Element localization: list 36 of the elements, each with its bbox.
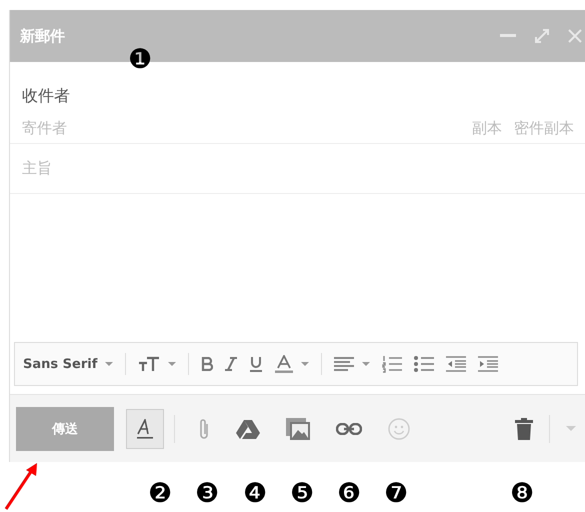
callout-number: ❷ bbox=[148, 478, 172, 510]
text-format-icon bbox=[137, 418, 153, 438]
link-icon[interactable] bbox=[336, 422, 362, 434]
callout-number: ❽ bbox=[510, 478, 534, 510]
image-icon[interactable] bbox=[286, 418, 310, 440]
indent-less-icon[interactable] bbox=[446, 355, 466, 373]
cc-link[interactable]: 副本 bbox=[472, 119, 502, 138]
callout-number: ❹ bbox=[243, 478, 268, 510]
window-title: 新郵件 bbox=[20, 26, 65, 46]
align-icon[interactable] bbox=[334, 356, 354, 372]
formatting-button[interactable] bbox=[126, 408, 164, 448]
callout-number: ❼ bbox=[384, 478, 408, 510]
caret-icon[interactable] bbox=[105, 362, 114, 366]
text-size-icon[interactable] bbox=[138, 356, 160, 372]
triangle-logo-icon[interactable] bbox=[236, 418, 260, 438]
callout-number: ❺ bbox=[290, 478, 314, 510]
text-color-icon[interactable] bbox=[275, 355, 294, 373]
paperclip-icon[interactable] bbox=[198, 416, 210, 440]
from-label: 寄件者 bbox=[22, 119, 67, 138]
bcc-link[interactable]: 密件副本 bbox=[514, 119, 574, 138]
numbered-list-icon[interactable] bbox=[382, 355, 402, 373]
underline-icon[interactable] bbox=[249, 356, 264, 372]
to-label[interactable]: 收件者 bbox=[22, 86, 585, 107]
font-dropdown[interactable]: Sans Serif bbox=[23, 356, 98, 372]
callout-number: ❶ bbox=[128, 44, 152, 76]
trash-icon[interactable] bbox=[515, 418, 533, 440]
caret-icon[interactable] bbox=[362, 362, 370, 366]
callout-number: ❻ bbox=[337, 478, 362, 510]
caret-icon[interactable] bbox=[301, 362, 310, 366]
callout-number: ❸ bbox=[195, 478, 220, 510]
annotation-arrow bbox=[4, 462, 38, 510]
italic-icon[interactable] bbox=[225, 357, 238, 371]
bulleted-list-icon[interactable] bbox=[414, 355, 434, 373]
caret-icon[interactable] bbox=[168, 362, 176, 366]
indent-more-icon[interactable] bbox=[478, 355, 498, 373]
bold-icon[interactable] bbox=[201, 357, 214, 371]
